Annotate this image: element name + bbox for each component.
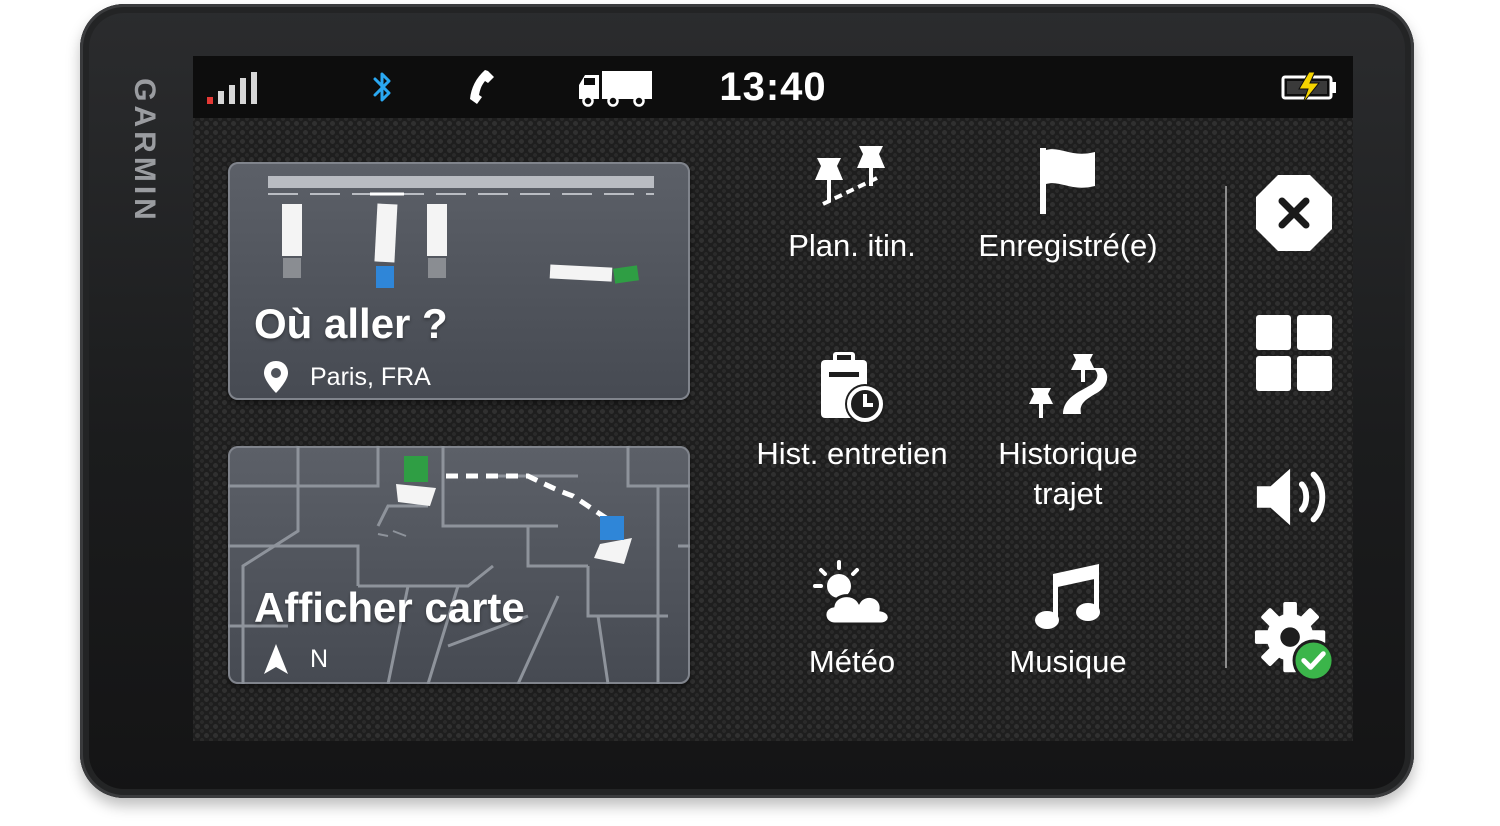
volume-button[interactable] <box>1253 456 1335 538</box>
map-heading: N <box>262 642 328 676</box>
app-tile-weather[interactable]: Météo <box>747 558 957 741</box>
phone-icon <box>459 56 505 118</box>
trip-planner-icon <box>815 146 885 206</box>
app-tile-music[interactable]: Musique <box>963 558 1173 741</box>
app-tile-saved[interactable]: Enregistré(e) <box>963 142 1173 332</box>
panel-divider <box>1225 186 1227 668</box>
where-to-location: Paris, FRA <box>262 359 431 395</box>
battery-charging-icon <box>1277 56 1341 118</box>
close-icon <box>1256 175 1332 251</box>
app-tile-service-history[interactable]: Hist. entretien <box>747 348 957 538</box>
service-history-icon <box>821 352 885 424</box>
view-map-card[interactable]: Afficher carte N <box>228 446 690 684</box>
touch-screen: 13:40 Où aller ? Paris, FRA Afficher car… <box>193 56 1353 741</box>
view-map-title: Afficher carte <box>254 584 525 631</box>
app-tile-label: Météo <box>808 644 896 679</box>
truck-icon <box>573 56 657 118</box>
settings-check-icon <box>1254 601 1335 682</box>
apps-grid-button[interactable] <box>1253 312 1335 394</box>
close-button[interactable] <box>1253 172 1335 254</box>
music-note-icon <box>1035 564 1100 629</box>
volume-icon <box>1256 468 1326 526</box>
clock-time: 13:40 <box>719 64 827 109</box>
brand-text: GARMIN <box>128 78 161 224</box>
app-tile-label: Plan. itin. <box>788 228 916 263</box>
app-grid-icon <box>1256 315 1332 391</box>
app-tile-trip-history[interactable]: Historique trajet <box>963 348 1173 538</box>
saved-flag-icon <box>1040 148 1095 214</box>
location-pin-icon <box>264 361 288 393</box>
app-tile-label: Historique trajet <box>998 436 1138 511</box>
where-to-location-text: Paris, FRA <box>310 362 431 391</box>
brand-logo: GARMIN <box>114 66 174 236</box>
app-tile-label: Musique <box>1009 644 1127 679</box>
bluetooth-icon <box>361 56 405 118</box>
app-tile-label: Enregistré(e) <box>978 228 1158 263</box>
app-tile-trip-planner[interactable]: Plan. itin. <box>747 142 957 332</box>
settings-button[interactable] <box>1253 600 1335 682</box>
weather-icon <box>813 560 891 626</box>
app-tile-label: Hist. entretien <box>756 436 948 471</box>
where-to-title: Où aller ? <box>254 300 448 347</box>
signal-strength-icon <box>197 56 273 118</box>
status-bar: 13:40 <box>193 56 1353 118</box>
trip-history-icon <box>1029 354 1108 418</box>
map-heading-text: N <box>310 644 329 673</box>
north-arrow-icon <box>264 644 288 674</box>
where-to-card[interactable]: Où aller ? Paris, FRA <box>228 162 690 400</box>
